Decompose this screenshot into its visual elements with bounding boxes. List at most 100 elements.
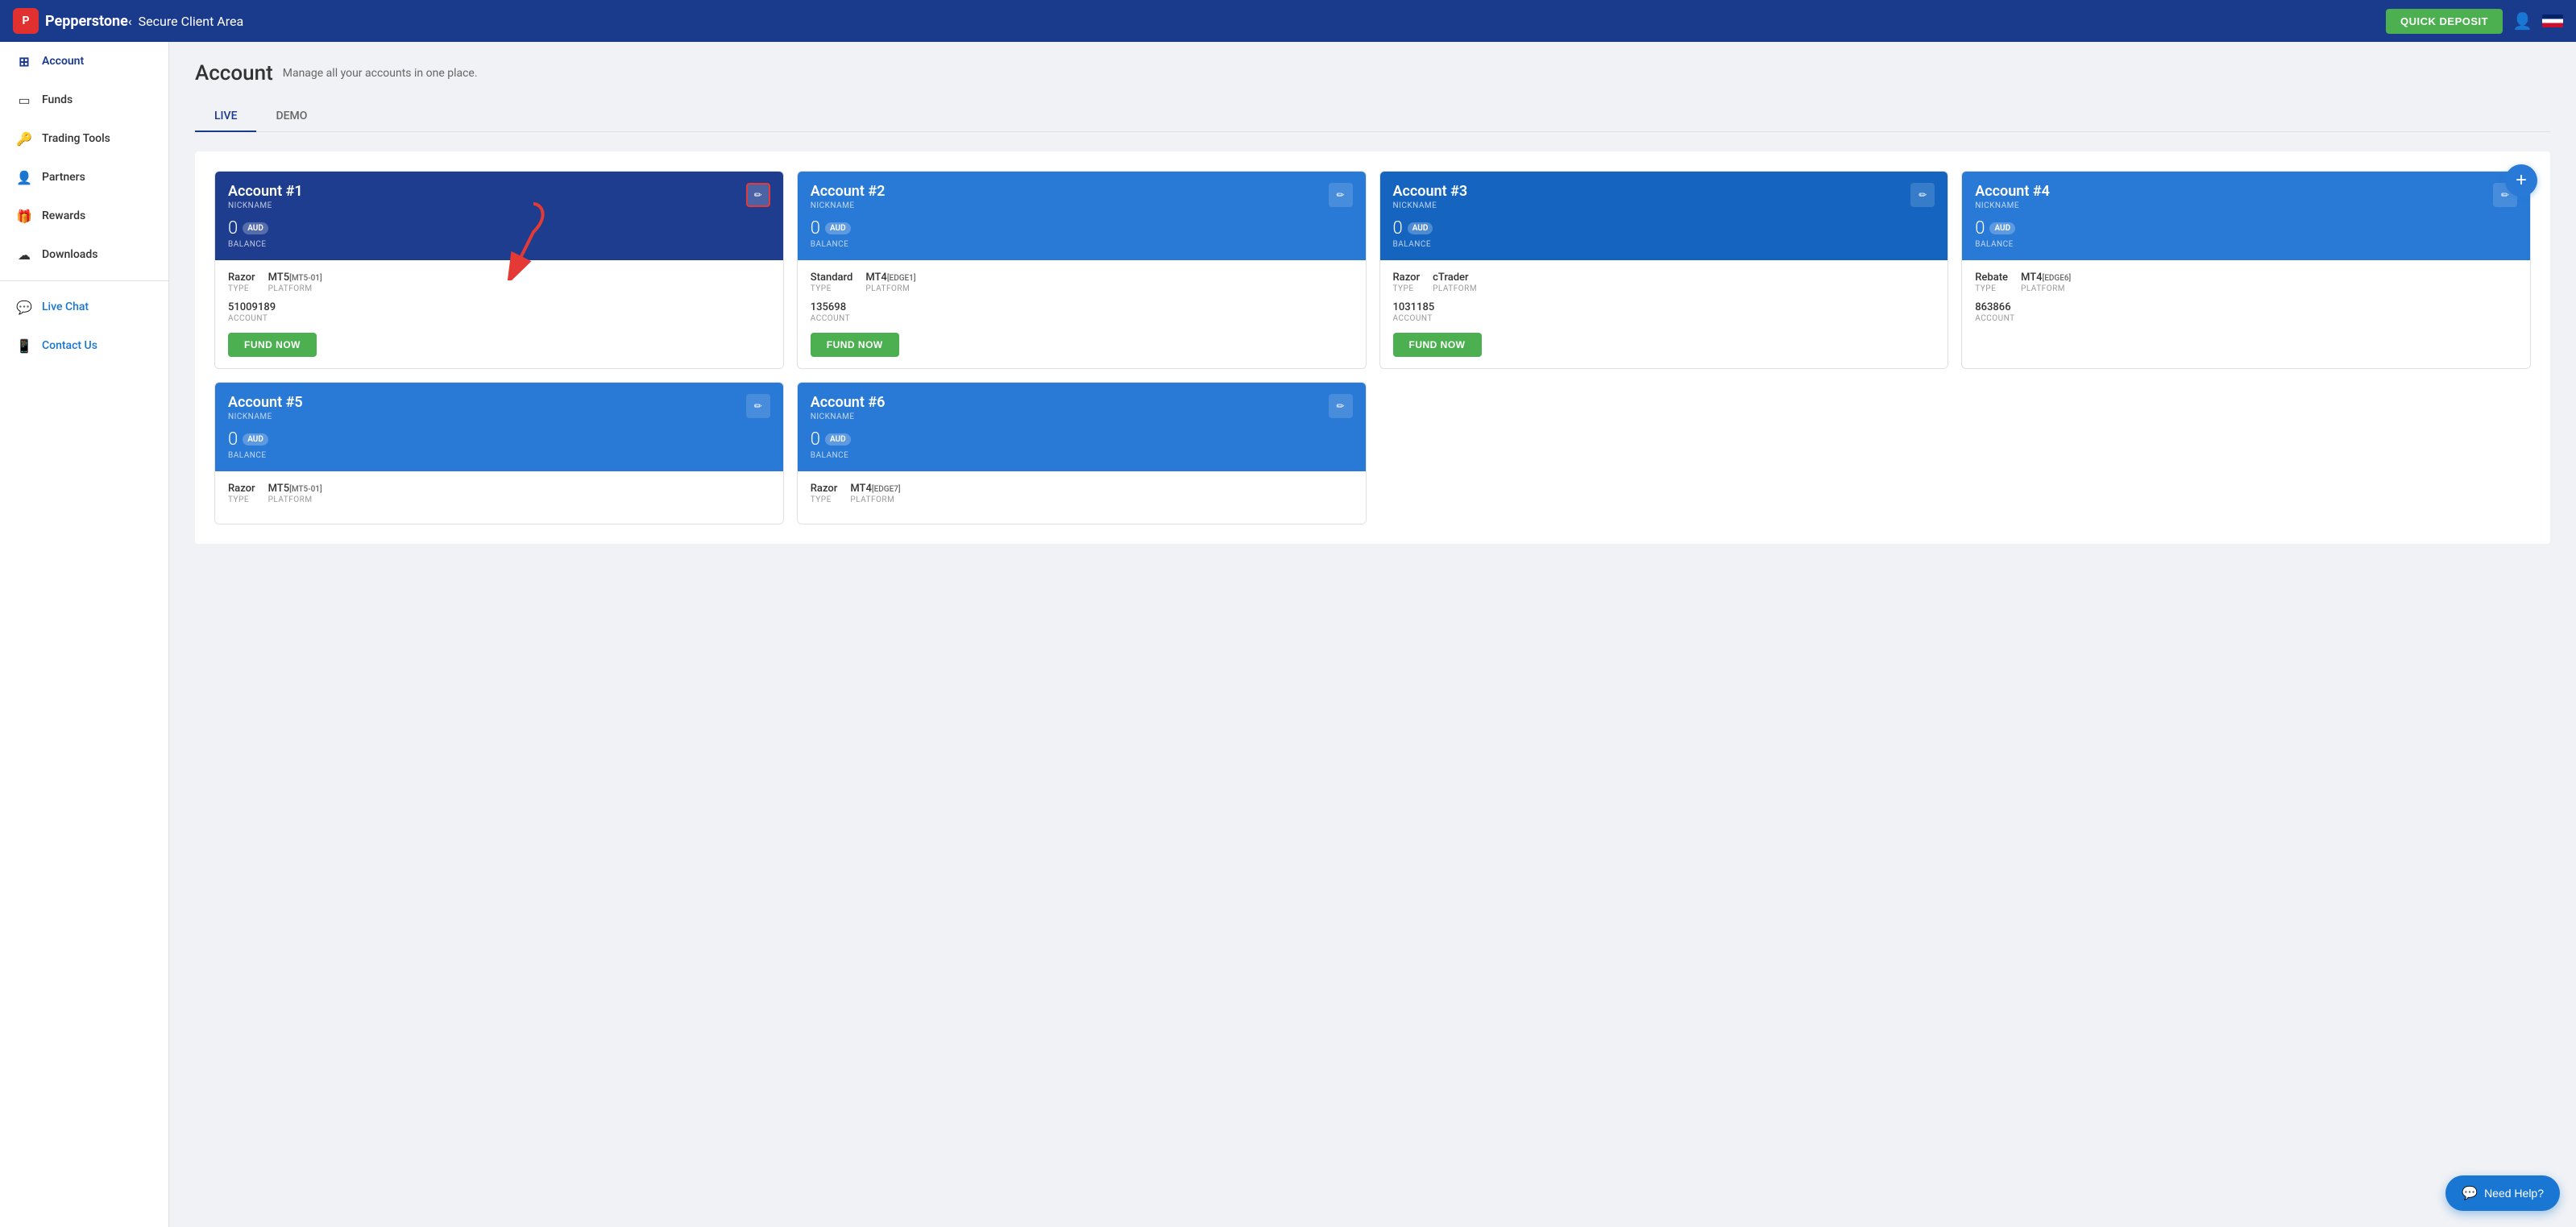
card-header-acc2: Account #2 NICKNAME 0 AUD BALANCE ✏: [798, 172, 1366, 260]
account-card-acc3: Account #3 NICKNAME 0 AUD BALANCE ✏ Razo…: [1379, 171, 1949, 369]
user-profile-icon[interactable]: 👤: [2512, 11, 2532, 31]
logo-area: P Pepperstone: [13, 8, 128, 34]
balance-label-acc3: BALANCE: [1393, 240, 1468, 249]
sidebar-divider: [0, 280, 168, 281]
chat-bubble-icon: 💬: [2462, 1185, 2478, 1201]
back-arrow-icon: ‹: [128, 14, 132, 29]
balance-label-acc6: BALANCE: [811, 451, 886, 460]
account-card-acc4: Account #4 NICKNAME 0 AUD BALANCE ✏ Reba…: [1961, 171, 2531, 369]
cards-wrapper: + Account #1 NICKNAME: [195, 151, 2550, 544]
card-currency-acc2: AUD: [825, 222, 851, 234]
card-edit-button-acc5[interactable]: ✏: [746, 394, 770, 418]
account-card-acc5: Account #5 NICKNAME 0 AUD BALANCE ✏ Razo…: [214, 382, 784, 524]
sidebar-item-contact-us[interactable]: 📱 Contact Us: [0, 326, 168, 365]
fund-now-button-acc3[interactable]: FUND NOW: [1393, 333, 1482, 357]
card-balance-acc1: 0: [228, 218, 238, 238]
card-title-acc5: Account #5: [228, 394, 303, 411]
card-nickname-label-acc4: NICKNAME: [1975, 201, 2050, 210]
accounts-row-1: Account #1 NICKNAME 0 AUD BALANCE ✏ Razo…: [214, 171, 2531, 369]
sidebar-label-trading-tools: Trading Tools: [42, 132, 110, 145]
balance-label-acc1: BALANCE: [228, 240, 303, 249]
sidebar-label-contact-us: Contact Us: [42, 339, 97, 352]
card-currency-acc4: AUD: [1989, 222, 2015, 234]
card-header-acc6: Account #6 NICKNAME 0 AUD BALANCE ✏: [798, 383, 1366, 471]
card-header-acc5: Account #5 NICKNAME 0 AUD BALANCE ✏: [215, 383, 783, 471]
page-subtitle: Manage all your accounts in one place.: [283, 67, 478, 80]
language-flag-icon[interactable]: [2542, 15, 2563, 27]
page-header: Account Manage all your accounts in one …: [195, 61, 2550, 85]
card-balance-acc2: 0: [811, 218, 820, 238]
sidebar-item-rewards[interactable]: 🎁 Rewards: [0, 197, 168, 235]
tab-demo[interactable]: DEMO: [256, 102, 326, 132]
card-nickname-label-acc2: NICKNAME: [811, 201, 886, 210]
card-header-acc3: Account #3 NICKNAME 0 AUD BALANCE ✏: [1380, 172, 1948, 260]
balance-label-acc4: BALANCE: [1975, 240, 2050, 249]
card-edit-button-acc1[interactable]: ✏: [746, 183, 770, 207]
gift-icon: 🎁: [16, 208, 32, 224]
card-balance-acc3: 0: [1393, 218, 1403, 238]
phone-icon: 📱: [16, 338, 32, 354]
logo-icon: P: [13, 8, 39, 34]
sidebar-item-trading-tools[interactable]: 🔑 Trading Tools: [0, 119, 168, 158]
card-title-acc2: Account #2: [811, 183, 886, 200]
sidebar-label-live-chat: Live Chat: [42, 301, 89, 313]
fund-now-button-acc2[interactable]: FUND NOW: [811, 333, 899, 357]
sidebar-label-downloads: Downloads: [42, 248, 97, 261]
card-nickname-label-acc6: NICKNAME: [811, 412, 886, 421]
card-balance-acc5: 0: [228, 429, 238, 450]
account-card-acc6: Account #6 NICKNAME 0 AUD BALANCE ✏ Razo…: [797, 382, 1367, 524]
wallet-icon: ▭: [16, 92, 32, 108]
quick-deposit-button[interactable]: QUICK DEPOSIT: [2386, 9, 2503, 34]
sidebar-label-account: Account: [42, 55, 84, 68]
add-account-button[interactable]: +: [2505, 164, 2537, 197]
page-title: Account: [195, 61, 273, 85]
card-edit-button-acc2[interactable]: ✏: [1329, 183, 1353, 207]
sidebar-label-funds: Funds: [42, 93, 73, 106]
card-nickname-label-acc5: NICKNAME: [228, 412, 303, 421]
sidebar-label-rewards: Rewards: [42, 209, 85, 222]
key-icon: 🔑: [16, 131, 32, 147]
sidebar-item-partners[interactable]: 👤 Partners: [0, 158, 168, 197]
sidebar-item-funds[interactable]: ▭ Funds: [0, 81, 168, 119]
balance-label-acc2: BALANCE: [811, 240, 886, 249]
help-button-label: Need Help?: [2484, 1187, 2544, 1200]
card-currency-acc3: AUD: [1408, 222, 1433, 234]
card-nickname-label-acc1: NICKNAME: [228, 201, 303, 210]
balance-label-acc5: BALANCE: [228, 451, 303, 460]
tab-live[interactable]: LIVE: [195, 102, 256, 132]
sidebar-label-partners: Partners: [42, 171, 85, 184]
fund-now-button-acc1[interactable]: FUND NOW: [228, 333, 317, 357]
account-card-acc1: Account #1 NICKNAME 0 AUD BALANCE ✏ Razo…: [214, 171, 784, 369]
card-edit-button-acc6[interactable]: ✏: [1329, 394, 1353, 418]
card-currency-acc5: AUD: [243, 433, 268, 446]
card-nickname-label-acc3: NICKNAME: [1393, 201, 1468, 210]
account-card-acc2: Account #2 NICKNAME 0 AUD BALANCE ✏ Stan…: [797, 171, 1367, 369]
card-edit-button-acc3[interactable]: ✏: [1910, 183, 1935, 207]
card-title-acc1: Account #1: [228, 183, 303, 200]
card-title-acc6: Account #6: [811, 394, 886, 411]
sidebar-item-downloads[interactable]: ☁ Downloads: [0, 235, 168, 274]
card-header-acc1: Account #1 NICKNAME 0 AUD BALANCE ✏: [215, 172, 783, 260]
sidebar: ⊞ Account ▭ Funds 🔑 Trading Tools 👤 Part…: [0, 42, 169, 1227]
layers-icon: ⊞: [16, 53, 32, 69]
main-layout: ⊞ Account ▭ Funds 🔑 Trading Tools 👤 Part…: [0, 42, 2576, 1227]
card-balance-acc4: 0: [1975, 218, 1985, 238]
card-currency-acc1: AUD: [243, 222, 268, 234]
cloud-icon: ☁: [16, 247, 32, 263]
main-content: Account Manage all your accounts in one …: [169, 42, 2576, 1227]
nav-title: Secure Client Area: [139, 14, 244, 29]
person-icon: 👤: [16, 169, 32, 185]
chat-icon: 💬: [16, 299, 32, 315]
card-title-acc4: Account #4: [1975, 183, 2050, 200]
top-navigation: P Pepperstone ‹ Secure Client Area QUICK…: [0, 0, 2576, 42]
sidebar-item-live-chat[interactable]: 💬 Live Chat: [0, 288, 168, 326]
logo-text: Pepperstone: [45, 13, 128, 30]
card-balance-acc6: 0: [811, 429, 820, 450]
card-header-acc4: Account #4 NICKNAME 0 AUD BALANCE ✏: [1962, 172, 2530, 260]
need-help-button[interactable]: 💬 Need Help?: [2445, 1175, 2560, 1211]
accounts-row-2: Account #5 NICKNAME 0 AUD BALANCE ✏ Razo…: [214, 382, 2531, 524]
card-title-acc3: Account #3: [1393, 183, 1468, 200]
sidebar-item-account[interactable]: ⊞ Account: [0, 42, 168, 81]
account-tabs: LIVE DEMO: [195, 102, 2550, 132]
nav-right-area: QUICK DEPOSIT 👤: [2386, 9, 2563, 34]
